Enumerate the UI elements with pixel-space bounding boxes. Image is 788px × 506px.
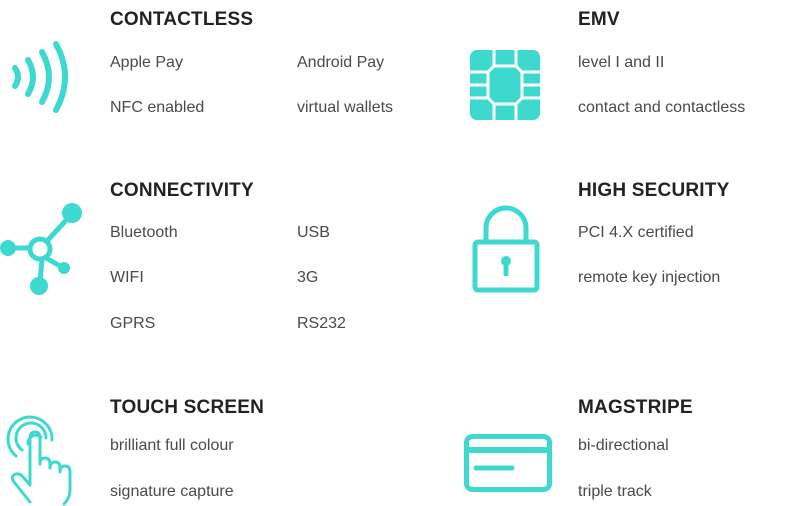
feature-title-touch-screen: TOUCH SCREEN [110,397,265,418]
feature-item: Android Pay [297,54,385,71]
feature-item: Apple Pay [110,54,183,71]
feature-item: GPRS [110,315,156,332]
touch-hand-icon [2,410,84,506]
feature-item: USB [297,224,330,241]
card-icon [464,434,552,492]
feature-item: brilliant full colour [110,437,234,454]
feature-item: PCI 4.X certified [578,224,694,241]
feature-title-magstripe: MAGSTRIPE [578,397,693,418]
feature-title-high-security: HIGH SECURITY [578,180,730,201]
feature-item: triple track [578,483,652,500]
feature-item: virtual wallets [297,99,394,116]
feature-item: bi-directional [578,437,669,454]
feature-item: level I and II [578,54,665,71]
feature-title-connectivity: CONNECTIVITY [110,180,254,201]
contactless-wave-icon [6,40,76,120]
feature-title-contactless: CONTACTLESS [110,9,254,30]
feature-item: remote key injection [578,269,721,286]
emv-chip-icon [470,50,540,120]
padlock-icon [472,204,540,294]
feature-item: RS232 [297,315,346,332]
feature-item: WIFI [110,269,144,286]
feature-item: NFC enabled [110,99,205,116]
feature-item: 3G [297,269,319,286]
network-nodes-icon [0,200,84,298]
feature-title-emv: EMV [578,9,620,30]
feature-item: Bluetooth [110,224,178,241]
feature-item: signature capture [110,483,234,500]
feature-item: contact and contactless [578,99,746,116]
